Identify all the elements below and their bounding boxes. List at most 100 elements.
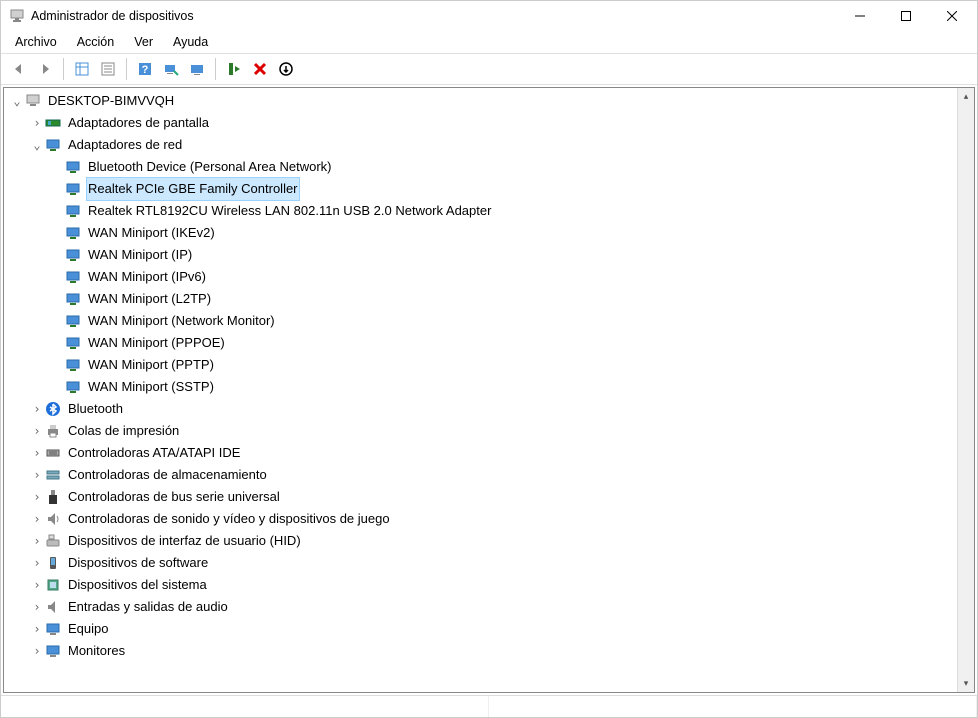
scroll-up-button[interactable]: ▴ [958,88,974,105]
tree-label: Controladoras de almacenamiento [66,464,269,486]
tree-category-software-dev[interactable]: › Dispositivos de software [8,552,957,574]
tree-category-bluetooth[interactable]: › Bluetooth [8,398,957,420]
menu-help[interactable]: Ayuda [165,33,216,51]
tree-label: DESKTOP-BIMVVQH [46,90,176,112]
expander-icon[interactable]: › [30,112,44,134]
tree-category-print-queues[interactable]: › Colas de impresión [8,420,957,442]
system-device-icon [44,576,62,594]
software-device-icon [44,554,62,572]
menu-view[interactable]: Ver [126,33,161,51]
tree-item-bt-pan[interactable]: Bluetooth Device (Personal Area Network) [8,156,957,178]
menu-file[interactable]: Archivo [7,33,65,51]
tree-label: WAN Miniport (L2TP) [86,288,213,310]
network-adapter-icon [64,268,82,286]
tree-item-wan-netmon[interactable]: WAN Miniport (Network Monitor) [8,310,957,332]
app-icon [9,8,25,24]
maximize-button[interactable] [883,1,929,31]
vertical-scrollbar[interactable]: ▴ ▾ [957,88,974,692]
scroll-track[interactable] [958,105,974,675]
minimize-button[interactable] [837,1,883,31]
expander-icon[interactable]: › [30,640,44,662]
forward-button[interactable] [33,57,57,81]
enable-device-button[interactable] [222,57,246,81]
tree-label: WAN Miniport (IPv6) [86,266,208,288]
tree-item-wan-pptp[interactable]: WAN Miniport (PPTP) [8,354,957,376]
tree-category-computer[interactable]: › Equipo [8,618,957,640]
tree-category-system-dev[interactable]: › Dispositivos del sistema [8,574,957,596]
close-button[interactable] [929,1,975,31]
storage-controller-icon [44,466,62,484]
tree-category-ata-atapi[interactable]: › Controladoras ATA/ATAPI IDE [8,442,957,464]
tree-item-realtek-wlan[interactable]: Realtek RTL8192CU Wireless LAN 802.11n U… [8,200,957,222]
help-button[interactable]: ? [133,57,157,81]
audio-icon [44,510,62,528]
tree-category-usb[interactable]: › Controladoras de bus serie universal [8,486,957,508]
tree-item-wan-ipv6[interactable]: WAN Miniport (IPv6) [8,266,957,288]
scan-hardware-button[interactable] [159,57,183,81]
computer-icon [24,92,42,110]
network-adapter-icon [64,290,82,308]
expander-icon[interactable]: › [30,530,44,552]
tree-item-realtek-gbe[interactable]: Realtek PCIe GBE Family Controller [8,178,957,200]
tree-label: Adaptadores de pantalla [66,112,211,134]
tree-label: WAN Miniport (PPPOE) [86,332,227,354]
disable-device-button[interactable] [274,57,298,81]
main-pane: ⌄ DESKTOP-BIMVVQH › Adaptadores de panta… [3,87,975,693]
expander-icon[interactable]: › [30,442,44,464]
tree-label: Controladoras ATA/ATAPI IDE [66,442,242,464]
properties-button[interactable] [96,57,120,81]
show-hide-console-button[interactable] [70,57,94,81]
tree-item-wan-ikev2[interactable]: WAN Miniport (IKEv2) [8,222,957,244]
expander-icon[interactable]: › [30,618,44,640]
tree-item-wan-l2tp[interactable]: WAN Miniport (L2TP) [8,288,957,310]
network-adapter-icon [64,224,82,242]
expander-icon[interactable]: › [30,596,44,618]
audio-io-icon [44,598,62,616]
tree-label: Monitores [66,640,127,662]
expander-icon[interactable]: ⌄ [10,90,24,112]
uninstall-device-button[interactable] [248,57,272,81]
tree-label: Realtek PCIe GBE Family Controller [86,177,300,201]
menu-action[interactable]: Acción [69,33,123,51]
tree-category-storage[interactable]: › Controladoras de almacenamiento [8,464,957,486]
printer-icon [44,422,62,440]
expander-icon[interactable]: › [30,420,44,442]
statusbar-pane [489,696,977,717]
toolbar-sep [215,58,216,80]
tree-item-wan-ip[interactable]: WAN Miniport (IP) [8,244,957,266]
network-adapter-icon [64,312,82,330]
tree-category-network[interactable]: ⌄ Adaptadores de red [8,134,957,156]
menubar: Archivo Acción Ver Ayuda [1,31,977,53]
network-adapter-icon [64,246,82,264]
expander-icon[interactable]: ⌄ [30,134,44,156]
monitor-icon [44,642,62,660]
tree-category-hid[interactable]: › Dispositivos de interfaz de usuario (H… [8,530,957,552]
network-adapter-icon [64,334,82,352]
expander-icon[interactable]: › [30,552,44,574]
tree-category-sound-video[interactable]: › Controladoras de sonido y vídeo y disp… [8,508,957,530]
tree-label: Controladoras de bus serie universal [66,486,282,508]
back-button[interactable] [7,57,31,81]
svg-text:?: ? [142,64,149,76]
tree-label: WAN Miniport (IKEv2) [86,222,217,244]
expander-icon[interactable]: › [30,398,44,420]
tree-category-audio-io[interactable]: › Entradas y salidas de audio [8,596,957,618]
network-adapter-icon [64,158,82,176]
bluetooth-icon [44,400,62,418]
tree-item-wan-pppoe[interactable]: WAN Miniport (PPPOE) [8,332,957,354]
expander-icon[interactable]: › [30,486,44,508]
tree-label: Dispositivos de software [66,552,210,574]
scroll-down-button[interactable]: ▾ [958,675,974,692]
tree-category-display[interactable]: › Adaptadores de pantalla [8,112,957,134]
update-driver-button[interactable] [185,57,209,81]
expander-icon[interactable]: › [30,574,44,596]
device-tree[interactable]: ⌄ DESKTOP-BIMVVQH › Adaptadores de panta… [4,88,957,692]
tree-root[interactable]: ⌄ DESKTOP-BIMVVQH [8,90,957,112]
expander-icon[interactable]: › [30,464,44,486]
window-title: Administrador de dispositivos [31,9,837,23]
tree-item-wan-sstp[interactable]: WAN Miniport (SSTP) [8,376,957,398]
tree-label: Entradas y salidas de audio [66,596,230,618]
expander-icon[interactable]: › [30,508,44,530]
network-adapter-icon [64,378,82,396]
tree-category-monitors[interactable]: › Monitores [8,640,957,662]
